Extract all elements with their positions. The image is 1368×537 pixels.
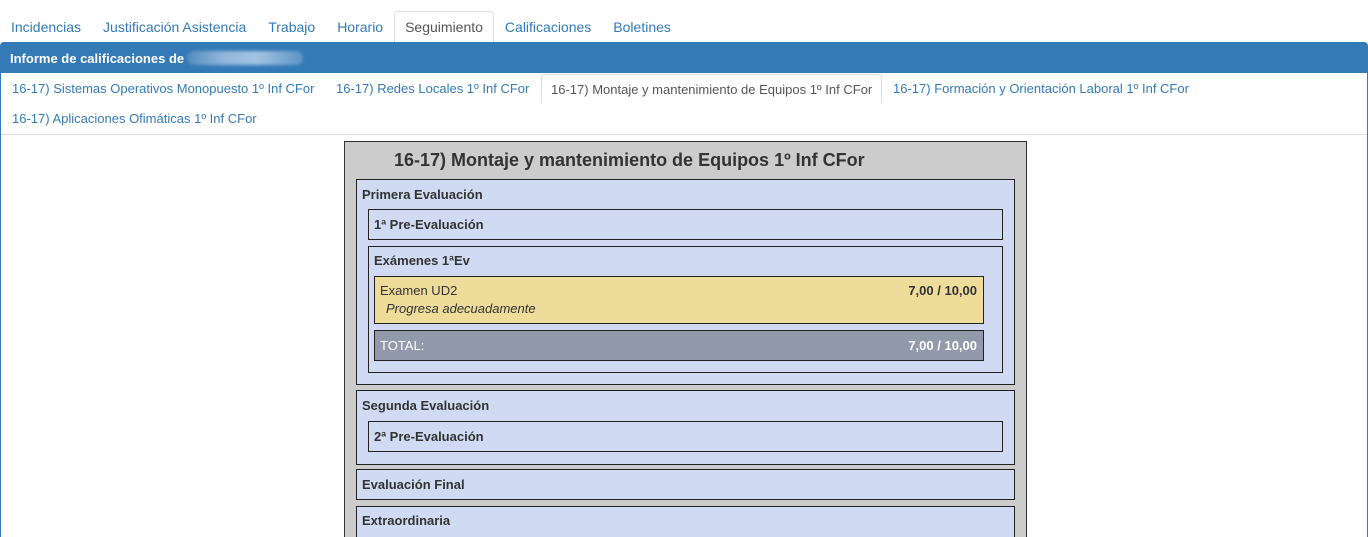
report-title: 16-17) Montaje y mantenimiento de Equipo… — [394, 150, 865, 170]
tab-calificaciones[interactable]: Calificaciones — [494, 11, 602, 43]
subject-tab-aplicaciones-ofimaticas[interactable]: 16-17) Aplicaciones Ofimáticas 1º Inf CF… — [2, 103, 267, 133]
grade-item-comment: Progresa adecuadamente — [386, 301, 536, 316]
report-panel: Informe de calificaciones de 16-17) Sist… — [0, 42, 1368, 537]
panel-heading-text: Informe de calificaciones de — [10, 50, 185, 66]
evaluation-extraordinaria: Extraordinaria — [356, 506, 1015, 537]
group-pre-evaluacion-1: 1ª Pre-Evaluación — [368, 209, 1003, 240]
tab-seguimiento[interactable]: Seguimiento — [394, 11, 494, 43]
redacted-student-name — [187, 51, 304, 65]
subject-tab-fol[interactable]: 16-17) Formación y Orientación Laboral 1… — [883, 73, 1199, 103]
tab-incidencias[interactable]: Incidencias — [0, 11, 92, 43]
group-title: 1ª Pre-Evaluación — [374, 217, 484, 232]
subject-tab-sistemas-operativos[interactable]: 16-17) Sistemas Operativos Monopuesto 1º… — [2, 73, 324, 103]
evaluation-title: Extraordinaria — [362, 513, 451, 528]
evaluation-title: Primera Evaluación — [362, 187, 483, 202]
total-label: TOTAL: — [380, 338, 425, 353]
grade-item-score: 7,00 / 10,00 — [908, 283, 977, 298]
evaluation-final: Evaluación Final — [356, 469, 1015, 500]
grade-total: TOTAL: 7,00 / 10,00 — [374, 330, 984, 361]
evaluation-primera: Primera Evaluación 1ª Pre-Evaluación Exá… — [356, 179, 1015, 385]
tab-trabajo[interactable]: Trabajo — [257, 11, 326, 43]
group-pre-evaluacion-2: 2ª Pre-Evaluación — [368, 421, 1003, 452]
tab-horario[interactable]: Horario — [326, 11, 394, 43]
panel-heading: Informe de calificaciones de — [1, 43, 1367, 73]
subject-tab-redes-locales[interactable]: 16-17) Redes Locales 1º Inf CFor — [326, 73, 539, 103]
group-title: Exámenes 1ªEv — [374, 253, 470, 268]
grade-item-name: Examen UD2 — [380, 283, 458, 298]
group-title: 2ª Pre-Evaluación — [374, 429, 484, 444]
evaluation-title: Segunda Evaluación — [362, 398, 490, 413]
evaluation-segunda: Segunda Evaluación 2ª Pre-Evaluación — [356, 390, 1015, 465]
subject-tabs: 16-17) Sistemas Operativos Monopuesto 1º… — [1, 73, 1367, 135]
group-examenes-1ev: Exámenes 1ªEv Examen UD2 7,00 / 10,00 Pr… — [368, 246, 1003, 373]
total-score: 7,00 / 10,00 — [908, 338, 977, 353]
main-tabs: Incidencias Justificación Asistencia Tra… — [0, 11, 1368, 43]
grade-item: Examen UD2 7,00 / 10,00 Progresa adecuad… — [374, 276, 984, 324]
tab-justificacion-asistencia[interactable]: Justificación Asistencia — [92, 11, 257, 43]
grade-report: 16-17) Montaje y mantenimiento de Equipo… — [344, 141, 1027, 537]
tab-boletines[interactable]: Boletines — [602, 11, 682, 43]
evaluation-title: Evaluación Final — [362, 477, 465, 492]
subject-tab-montaje-mantenimiento[interactable]: 16-17) Montaje y mantenimiento de Equipo… — [541, 74, 883, 104]
